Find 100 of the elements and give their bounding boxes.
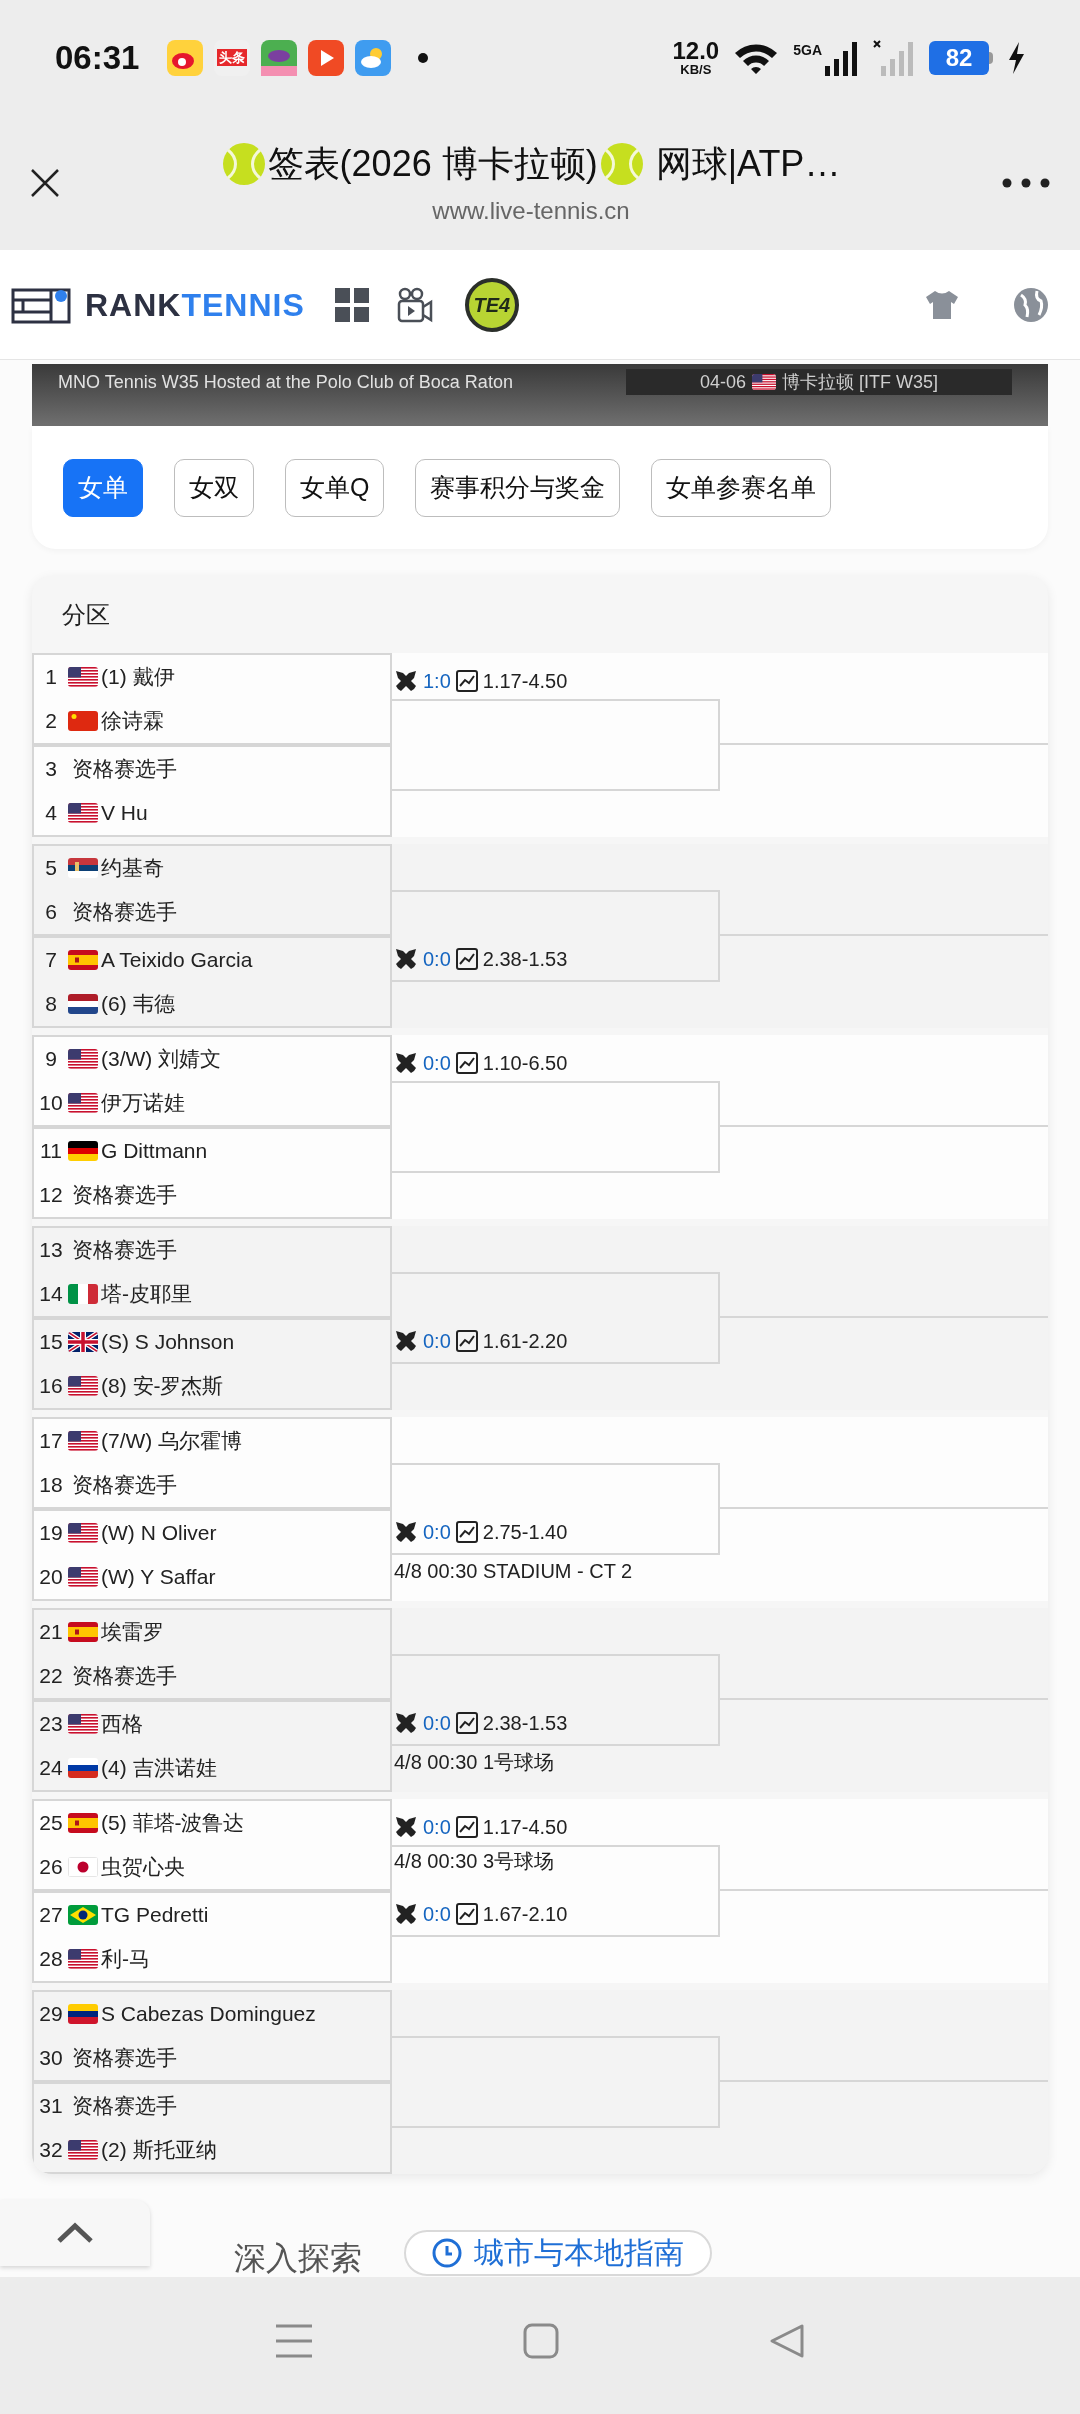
flag-icon — [68, 994, 98, 1014]
menu-icon[interactable] — [275, 2323, 313, 2359]
tab[interactable]: 女双 — [174, 458, 254, 517]
flag-icon — [68, 858, 98, 878]
flag-icon — [68, 2140, 98, 2160]
match-odds: 1.61-2.20 — [482, 1329, 568, 1354]
match-score[interactable]: 0:0 — [423, 1326, 451, 1356]
player-name[interactable]: 西格 — [101, 1708, 143, 1740]
player-name[interactable]: A Teixido Garcia — [101, 944, 253, 976]
seed-number: 23 — [38, 1711, 64, 1738]
seed-number: 9 — [44, 1046, 58, 1073]
player-name[interactable]: 虫贺心央 — [101, 1851, 185, 1883]
site-logo[interactable]: RANKTENNIS — [85, 280, 305, 329]
close-icon[interactable] — [30, 167, 60, 198]
player-name[interactable]: 资格赛选手 — [72, 2042, 177, 2074]
flag-icon — [68, 1376, 98, 1396]
match-score[interactable]: 0:0 — [423, 1517, 451, 1547]
event-location: 博卡拉顿 [ITF W35] — [782, 370, 939, 394]
player-name[interactable]: (W) N Oliver — [101, 1517, 217, 1549]
tab[interactable]: 女单参赛名单 — [651, 458, 832, 517]
player-name[interactable]: G Dittmann — [101, 1135, 208, 1167]
player-name[interactable]: (W) Y Saffar — [101, 1561, 216, 1593]
flag-icon — [68, 1758, 98, 1778]
player-name[interactable]: 埃雷罗 — [101, 1616, 164, 1648]
player-name[interactable]: 资格赛选手 — [72, 1469, 177, 1501]
chart-icon — [455, 1330, 478, 1352]
flag-icon — [68, 803, 98, 823]
player-name[interactable]: (8) 安-罗杰斯 — [101, 1370, 224, 1402]
player-name[interactable]: S Cabezas Dominguez — [101, 1998, 316, 2030]
te4-badge[interactable]: TE4 — [464, 277, 519, 332]
section-title: 深入探索 — [234, 2240, 362, 2276]
event-name: MNO Tennis W35 Hosted at the Polo Club of Boca Raton — [58, 371, 513, 394]
match-score[interactable]: 1:0 — [423, 666, 451, 696]
more-icon[interactable] — [1002, 177, 1050, 188]
match-odds: 1.17-4.50 — [482, 669, 568, 694]
player-name[interactable]: 资格赛选手 — [72, 1179, 177, 1211]
chart-icon — [455, 948, 478, 970]
player-name[interactable]: 资格赛选手 — [72, 1234, 177, 1266]
player-name[interactable]: (3/W) 刘婧文 — [101, 1043, 222, 1075]
player-name[interactable]: 徐诗霖 — [101, 705, 164, 737]
match-score[interactable]: 0:0 — [423, 1812, 451, 1842]
guide-link[interactable]: 城市与本地指南 — [404, 2230, 712, 2276]
player-name[interactable]: (2) 斯托亚纳 — [101, 2134, 217, 2166]
match-score[interactable]: 0:0 — [423, 1899, 451, 1929]
seed-number: 29 — [38, 2001, 64, 2028]
player-name[interactable]: (7/W) 乌尔霍博 — [101, 1425, 243, 1457]
page-title: 网球|ATP… — [655, 141, 841, 186]
match-odds: 2.38-1.53 — [482, 1711, 568, 1736]
player-name[interactable]: 约基奇 — [101, 852, 164, 884]
match-odds: 1.17-4.50 — [482, 1815, 568, 1840]
player-name[interactable]: 资格赛选手 — [72, 753, 177, 785]
flag-icon — [68, 1049, 98, 1069]
player-name[interactable]: 资格赛选手 — [72, 1660, 177, 1692]
video-camera-icon[interactable] — [396, 286, 433, 323]
player-name[interactable]: (1) 戴伊 — [101, 661, 175, 693]
match-score[interactable]: 0:0 — [423, 944, 451, 974]
back-icon[interactable] — [769, 2323, 805, 2359]
seed-number: 28 — [38, 1946, 64, 1973]
flag-icon — [68, 1857, 98, 1877]
player-name[interactable]: 利-马 — [101, 1943, 150, 1975]
match-score[interactable]: 0:0 — [423, 1048, 451, 1078]
player-name[interactable]: (S) S Johnson — [101, 1326, 235, 1358]
home-icon[interactable] — [523, 2323, 559, 2359]
shirt-icon[interactable] — [925, 289, 959, 320]
player-name[interactable]: 资格赛选手 — [72, 2090, 177, 2122]
player-name[interactable]: (6) 韦德 — [101, 988, 175, 1020]
crossed-swords-icon — [394, 669, 418, 693]
tab[interactable]: 女单Q — [285, 458, 385, 517]
seed-number: 1 — [44, 664, 58, 691]
back-to-top-button[interactable] — [0, 2200, 150, 2266]
match-schedule: 4/8 00:30 3号球场 — [393, 1849, 556, 1874]
match-schedule: 4/8 00:30 STADIUM - CT 2 — [393, 1559, 634, 1584]
flag-icon — [68, 950, 98, 970]
chart-icon — [455, 670, 478, 692]
globe-icon[interactable] — [1013, 286, 1049, 323]
tab[interactable]: 赛事积分与奖金 — [415, 458, 621, 517]
seed-number: 19 — [38, 1520, 64, 1547]
network-speed-unit: KB/S — [680, 63, 712, 76]
player-name[interactable]: (5) 菲塔-波鲁达 — [101, 1807, 245, 1839]
flag-icon — [68, 1141, 98, 1161]
tab[interactable]: 女单 — [63, 458, 143, 517]
player-name[interactable]: V Hu — [101, 797, 148, 829]
app-notification-icon — [167, 39, 204, 76]
grid-icon[interactable] — [334, 287, 369, 322]
player-name[interactable]: 伊万诺娃 — [101, 1087, 185, 1119]
page-title: 签表(2026 博卡拉顿) — [267, 141, 598, 186]
player-name[interactable]: TG Pedretti — [101, 1899, 209, 1931]
flag-icon — [68, 1714, 98, 1734]
player-name[interactable]: 塔-皮耶里 — [101, 1278, 192, 1310]
chevron-up-icon — [55, 2221, 95, 2245]
page-url: www.live-tennis.cn — [432, 195, 630, 226]
match-odds: 2.38-1.53 — [482, 947, 568, 972]
seed-number: 31 — [38, 2093, 64, 2120]
match-score[interactable]: 0:0 — [423, 1708, 451, 1738]
player-name[interactable]: (4) 吉洪诺娃 — [101, 1752, 217, 1784]
player-name[interactable]: 资格赛选手 — [72, 896, 177, 928]
seed-number: 3 — [44, 756, 58, 783]
chart-icon — [455, 1712, 478, 1734]
chart-icon — [455, 1816, 478, 1838]
chart-icon — [455, 1903, 478, 1925]
